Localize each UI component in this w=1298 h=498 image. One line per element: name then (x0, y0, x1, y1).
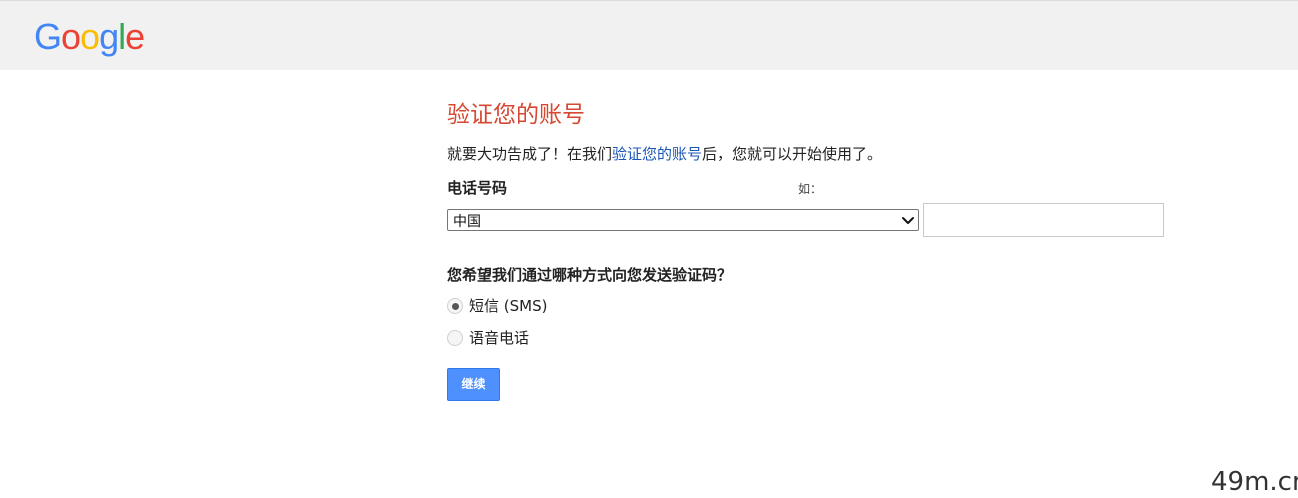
logo-letter: G (34, 16, 62, 57)
continue-button[interactable]: 继续 (447, 368, 500, 401)
radio-option-sms[interactable]: 短信 (SMS) (447, 295, 547, 316)
verify-account-link[interactable]: 验证您的账号 (612, 145, 702, 163)
logo-letter: o (61, 16, 81, 57)
radio-option-voice[interactable]: 语音电话 (447, 327, 529, 348)
sms-radio-label[interactable]: 短信 (SMS) (469, 295, 547, 316)
logo-letter: l (118, 16, 126, 57)
country-select-value: 中国 (453, 214, 481, 230)
header-bar: Google (0, 0, 1298, 70)
page-title: 验证您的账号 (447, 102, 585, 128)
intro-text-before: 就要大功告成了！在我们 (447, 145, 613, 163)
google-logo: Google (34, 15, 145, 59)
watermark: 49m.cn (1211, 467, 1298, 497)
phone-number-label: 电话号码 (447, 179, 508, 197)
logo-letter: e (125, 16, 145, 57)
country-select[interactable]: 中国 (447, 209, 919, 231)
method-question: 您希望我们通过哪种方式向您发送验证码？ (447, 266, 733, 284)
phone-number-input[interactable] (923, 203, 1164, 237)
example-label: 如： (798, 182, 823, 196)
voice-call-radio-label[interactable]: 语音电话 (469, 327, 529, 348)
chevron-down-icon (902, 217, 914, 224)
sms-radio[interactable] (447, 297, 463, 314)
voice-call-radio[interactable] (447, 329, 463, 346)
intro-text: 就要大功告成了！在我们验证您的账号后，您就可以开始使用了。 (447, 143, 882, 164)
intro-text-after: 后，您就可以开始使用了。 (702, 145, 883, 163)
logo-letter: g (99, 16, 119, 57)
logo-letter: o (80, 16, 100, 57)
